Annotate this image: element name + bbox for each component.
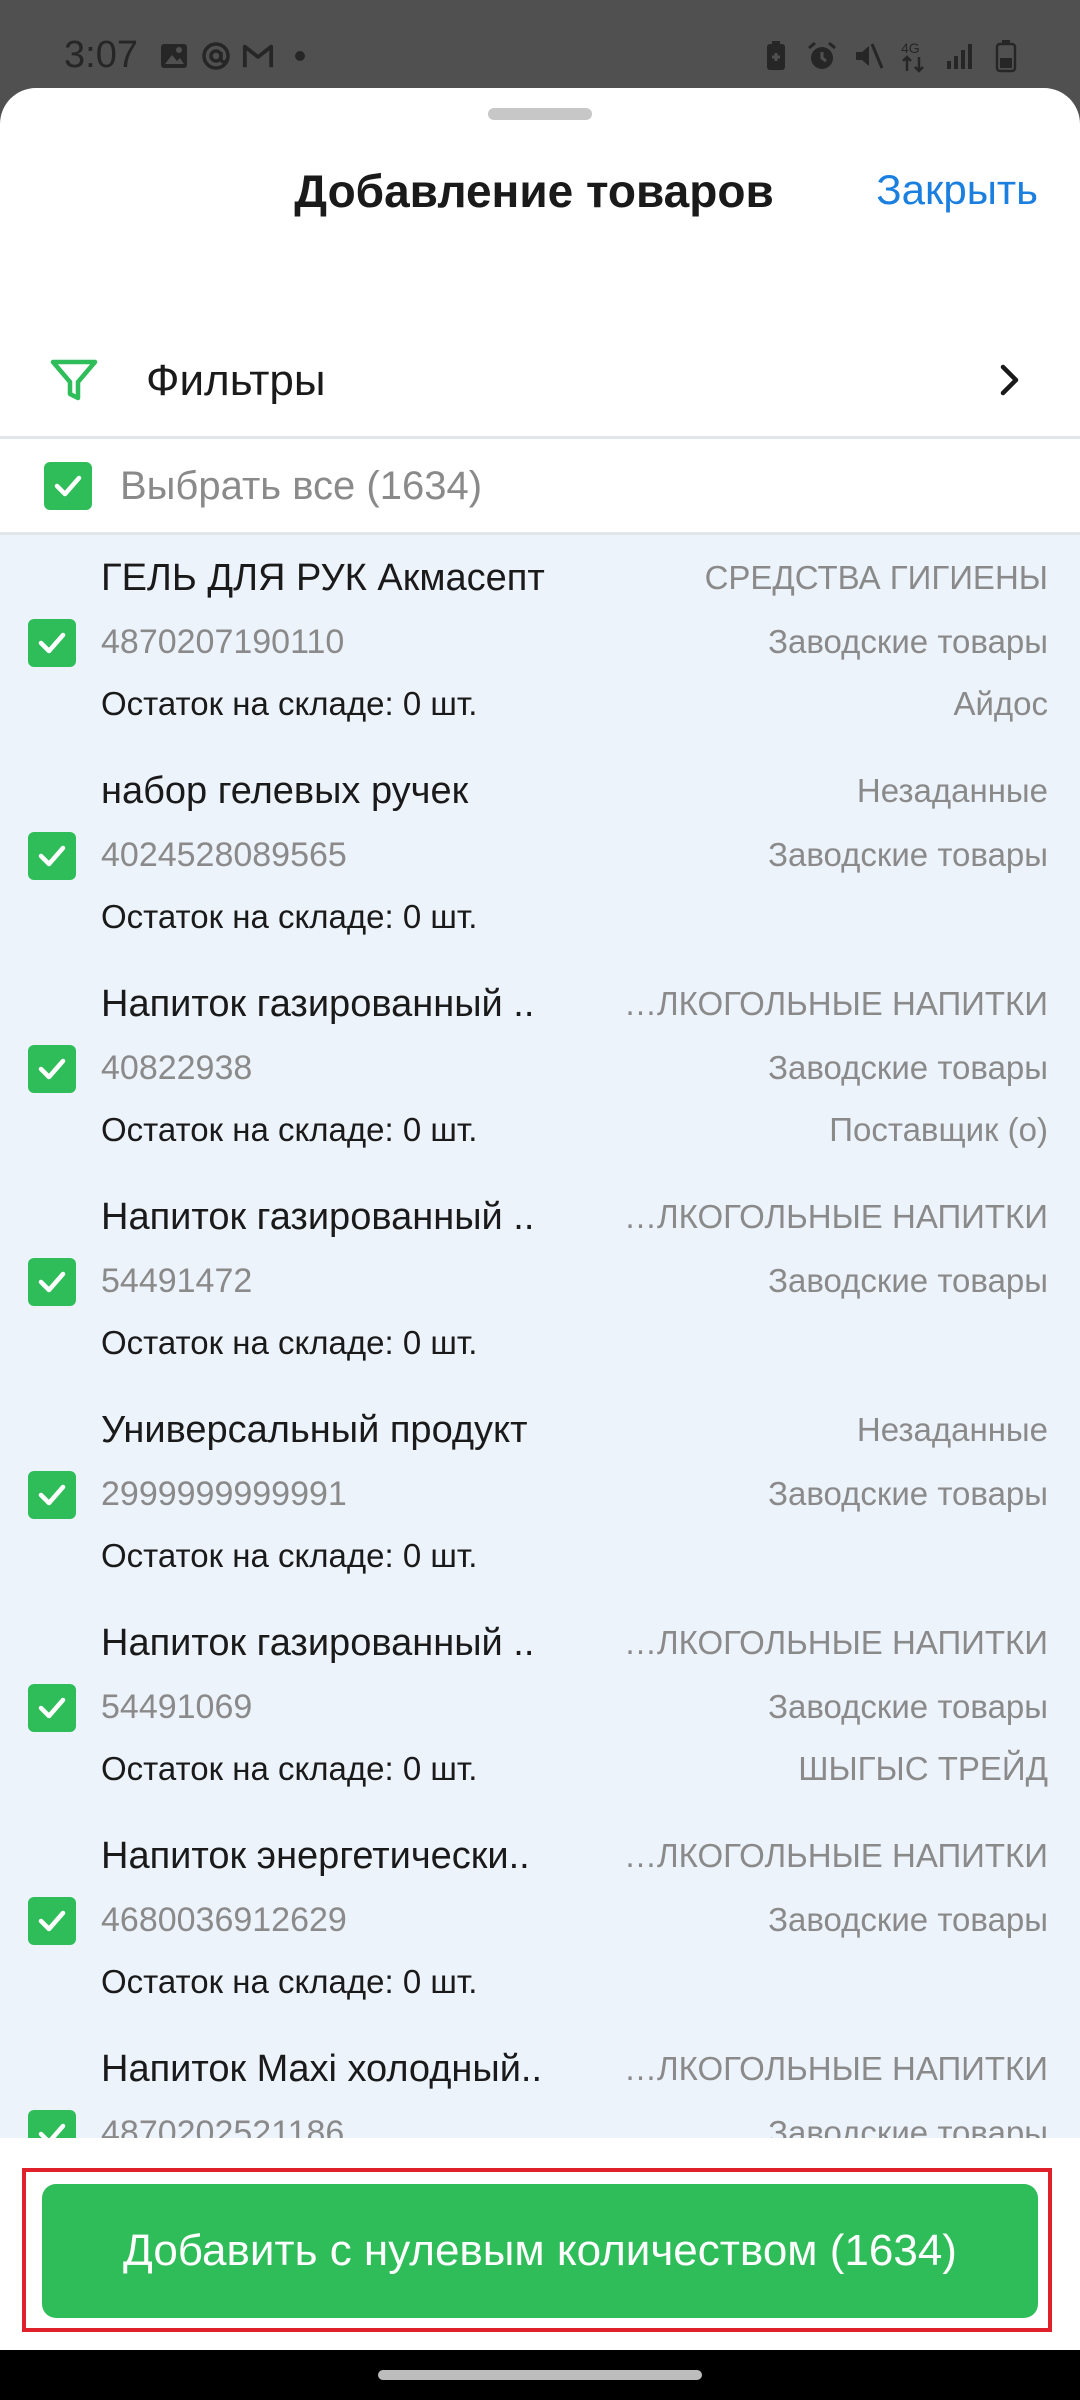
item-stock: Остаток на складе: 0 шт.	[101, 1537, 478, 1574]
list-item[interactable]: ГЕЛЬ ДЛЯ РУК Акмасепт 4870207190110 Остато…	[0, 535, 1080, 748]
item-type: Заводские товары	[768, 1475, 1048, 1512]
product-list[interactable]: ГЕЛЬ ДЛЯ РУК Акмасепт 4870207190110 Остато…	[0, 535, 1080, 2138]
item-category: …ЛКОГОЛЬНЫЕ НАПИТКИ	[623, 1198, 1048, 1235]
status-bar: 3:07 4G	[0, 0, 1080, 90]
item-name: Универсальный продукт	[101, 1409, 528, 1451]
item-supplier: Поставщик (о)	[829, 1111, 1048, 1148]
item-supplier: ШЫГЫС ТРЕЙД	[798, 1750, 1048, 1787]
item-barcode: 4870202521186	[101, 2114, 345, 2138]
item-category: …ЛКОГОЛЬНЫЕ НАПИТКИ	[623, 985, 1048, 1022]
checkmark-icon	[54, 475, 82, 497]
item-category: …ЛКОГОЛЬНЫЕ НАПИТКИ	[623, 1624, 1048, 1661]
item-barcode: 4680036912629	[101, 1901, 347, 1939]
item-type: Заводские товары	[768, 1262, 1048, 1299]
item-barcode: 2999999999991	[101, 1475, 347, 1513]
filters-row[interactable]: Фильтры	[0, 320, 1080, 436]
battery-saver-icon	[760, 40, 792, 72]
item-name: Напиток Maxi холодный..	[101, 2048, 543, 2090]
checkmark-icon	[38, 1484, 66, 1506]
checkmark-icon	[38, 1271, 66, 1293]
select-all-checkbox[interactable]	[44, 462, 92, 510]
item-barcode: 40822938	[101, 1049, 253, 1087]
item-barcode: 4024528089565	[101, 836, 347, 874]
item-stock: Остаток на складе: 0 шт.	[101, 1750, 478, 1787]
item-type: Заводские товары	[768, 623, 1048, 660]
item-stock: Остаток на складе: 0 шт.	[101, 898, 478, 935]
list-item[interactable]: Напиток газированный .. 54491472 Остаток н…	[0, 1174, 1080, 1387]
item-checkbox[interactable]	[28, 1258, 76, 1306]
item-category: …ЛКОГОЛЬНЫЕ НАПИТКИ	[623, 2050, 1048, 2087]
chevron-right-icon	[994, 360, 1024, 400]
filter-icon	[48, 354, 100, 406]
battery-icon	[990, 40, 1022, 73]
item-category: Незаданные	[856, 1411, 1048, 1448]
mute-icon	[852, 40, 884, 72]
home-indicator[interactable]	[378, 2370, 702, 2380]
item-supplier: Айдос	[953, 685, 1048, 722]
item-category: Незаданные	[856, 772, 1048, 809]
item-checkbox[interactable]	[28, 1471, 76, 1519]
item-barcode: 4870207190110	[101, 623, 345, 661]
status-time: 3:07	[64, 34, 138, 76]
list-item[interactable]: Напиток газированный .. 54491069 Остаток н…	[0, 1600, 1080, 1813]
list-item[interactable]: Напиток газированный .. 40822938 Остаток н…	[0, 961, 1080, 1174]
select-all-label: Выбрать все (1634)	[120, 464, 483, 508]
item-type: Заводские товары	[768, 836, 1048, 873]
item-type: Заводские товары	[768, 2114, 1048, 2138]
item-barcode: 54491069	[101, 1688, 253, 1726]
item-name: Напиток энергетически..	[101, 1835, 530, 1877]
checkmark-icon	[38, 845, 66, 867]
item-checkbox[interactable]	[28, 832, 76, 880]
signal-icon	[944, 40, 976, 72]
item-name: Напиток газированный ..	[101, 983, 535, 1025]
close-button[interactable]: Закрыть	[876, 166, 1038, 214]
drag-handle[interactable]	[488, 108, 592, 120]
item-category: …ЛКОГОЛЬНЫЕ НАПИТКИ	[623, 1837, 1048, 1874]
item-name: ГЕЛЬ ДЛЯ РУК Акмасепт	[101, 557, 545, 599]
checkmark-icon	[38, 2123, 66, 2138]
item-type: Заводские товары	[768, 1049, 1048, 1086]
list-item[interactable]: Напиток энергетически.. 4680036912629 Оста…	[0, 1813, 1080, 2026]
list-item[interactable]: Универсальный продукт 2999999999991 Остато…	[0, 1387, 1080, 1600]
alarm-icon	[806, 40, 838, 72]
navigation-bar	[0, 2350, 1080, 2400]
at-icon	[200, 40, 232, 72]
status-right-icons: 4G	[760, 40, 1022, 73]
network-label: 4G	[901, 40, 920, 56]
image-icon	[158, 40, 190, 72]
item-name: Напиток газированный ..	[101, 1622, 535, 1664]
list-item[interactable]: Напиток Maxi холодный.. 4870202521186 …ЛКО…	[0, 2026, 1080, 2138]
checkmark-icon	[38, 632, 66, 654]
item-category: СРЕДСТВА ГИГИЕНЫ	[704, 559, 1048, 596]
item-name: набор гелевых ручек	[101, 770, 469, 812]
item-checkbox[interactable]	[28, 1684, 76, 1732]
checkmark-icon	[38, 1058, 66, 1080]
gmail-icon	[242, 40, 274, 72]
item-checkbox[interactable]	[28, 1045, 76, 1093]
network-4g-icon: 4G	[898, 40, 930, 73]
item-checkbox[interactable]	[28, 2110, 76, 2138]
item-checkbox[interactable]	[28, 1897, 76, 1945]
list-item[interactable]: набор гелевых ручек 4024528089565 Остаток …	[0, 748, 1080, 961]
item-name: Напиток газированный ..	[101, 1196, 535, 1238]
item-barcode: 54491472	[101, 1262, 253, 1300]
item-stock: Остаток на складе: 0 шт.	[101, 1324, 478, 1361]
status-left-icons	[158, 40, 316, 72]
select-all-row[interactable]: Выбрать все (1634)	[0, 440, 1080, 534]
filters-label: Фильтры	[146, 356, 326, 405]
footer: Добавить с нулевым количеством (1634)	[0, 2138, 1080, 2350]
divider	[0, 436, 1080, 439]
item-checkbox[interactable]	[28, 619, 76, 667]
dot-icon	[284, 40, 316, 72]
item-stock: Остаток на складе: 0 шт.	[101, 1963, 478, 2000]
item-type: Заводские товары	[768, 1688, 1048, 1725]
item-stock: Остаток на складе: 0 шт.	[101, 1111, 478, 1148]
add-with-zero-quantity-button[interactable]: Добавить с нулевым количеством (1634)	[42, 2184, 1038, 2318]
checkmark-icon	[38, 1697, 66, 1719]
item-type: Заводские товары	[768, 1901, 1048, 1938]
item-stock: Остаток на складе: 0 шт.	[101, 685, 478, 722]
checkmark-icon	[38, 1910, 66, 1932]
